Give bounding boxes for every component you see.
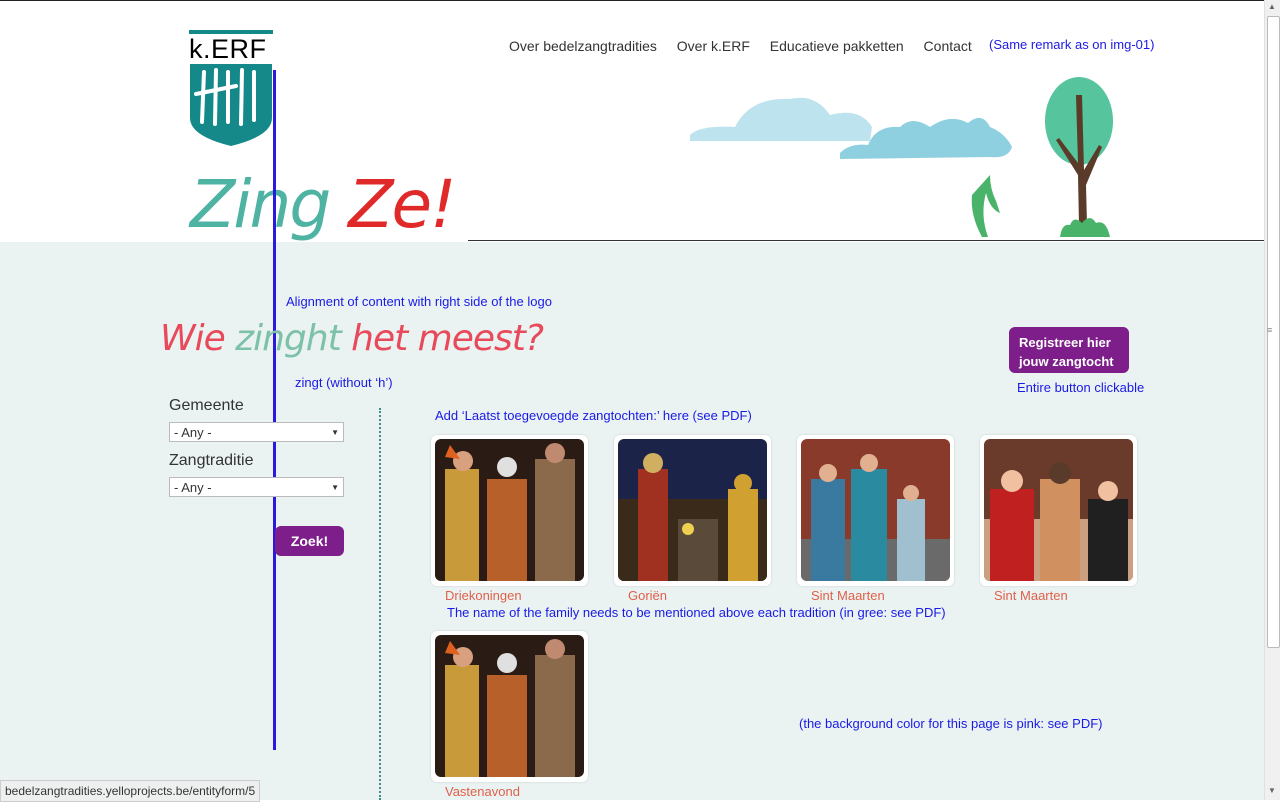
clouds-tree-illustration: [690, 77, 1113, 237]
register-button[interactable]: Registreer hier jouw zangtocht: [1009, 327, 1129, 373]
search-button[interactable]: Zoek!: [275, 526, 344, 556]
scroll-up-icon[interactable]: ▲: [1268, 2, 1276, 11]
zangtraditie-label: Zangtraditie: [169, 452, 254, 469]
nav-item-over-kerf[interactable]: Over k.ERF: [677, 38, 750, 54]
chevron-down-icon: ▼: [331, 483, 339, 492]
nav-item-bedelzangtradities[interactable]: Over bedelzangtradities: [509, 38, 657, 54]
note-alignment: Alignment of content with right side of …: [286, 294, 552, 309]
zangtraditie-select[interactable]: - Any - ▼: [169, 477, 344, 497]
header-divider: [468, 240, 1264, 241]
tradition-photo: [801, 439, 950, 581]
tradition-card[interactable]: [431, 631, 588, 782]
card-label[interactable]: Driekoningen: [445, 588, 522, 603]
note-zingt: zingt (without ‘h’): [295, 375, 393, 390]
top-border: [0, 0, 1264, 1]
tradition-card[interactable]: [980, 435, 1137, 586]
card-label[interactable]: Sint Maarten: [811, 588, 885, 603]
nav-item-educatieve-pakketten[interactable]: Educatieve pakketten: [770, 38, 904, 54]
page-subtitle: Wie zinght het meest?: [160, 318, 544, 359]
site-title: Zing Ze!: [190, 166, 457, 243]
shield-icon: [190, 64, 272, 146]
browser-status-bar: bedelzangtradities.yelloprojects.be/enti…: [0, 780, 261, 802]
tradition-card[interactable]: [614, 435, 771, 586]
tradition-card[interactable]: [431, 435, 588, 586]
gemeente-label: Gemeente: [169, 397, 244, 414]
column-divider: [379, 408, 381, 800]
card-label[interactable]: Goriën: [628, 588, 667, 603]
tradition-photo: [435, 439, 584, 581]
card-label[interactable]: Sint Maarten: [994, 588, 1068, 603]
main-nav: Over bedelzangtradities Over k.ERF Educa…: [509, 38, 988, 54]
kerf-logo[interactable]: k.ERF: [188, 30, 274, 148]
gemeente-select[interactable]: - Any - ▼: [169, 422, 344, 442]
nav-item-contact[interactable]: Contact: [924, 38, 972, 54]
vertical-scrollbar[interactable]: ▲ ≡ ▼: [1264, 0, 1280, 800]
note-family: The name of the family needs to be menti…: [447, 605, 946, 620]
tradition-photo: [435, 635, 584, 777]
note-background: (the background color for this page is p…: [799, 716, 1103, 731]
alignment-guide: [273, 70, 276, 750]
chevron-down-icon: ▼: [331, 428, 339, 437]
note-latest: Add ‘Laatst toegevoegde zangtochten:’ he…: [435, 408, 752, 423]
tradition-photo: [618, 439, 767, 581]
tradition-photo: [984, 439, 1133, 581]
note-button: Entire button clickable: [1017, 380, 1145, 395]
tradition-card[interactable]: [797, 435, 954, 586]
logo-text: k.ERF: [189, 34, 267, 64]
scroll-down-icon[interactable]: ▼: [1268, 786, 1276, 795]
grip-icon: ≡: [1267, 325, 1273, 335]
note-nav-remark: (Same remark as on img-01): [989, 37, 1155, 52]
card-label[interactable]: Vastenavond: [445, 784, 520, 799]
